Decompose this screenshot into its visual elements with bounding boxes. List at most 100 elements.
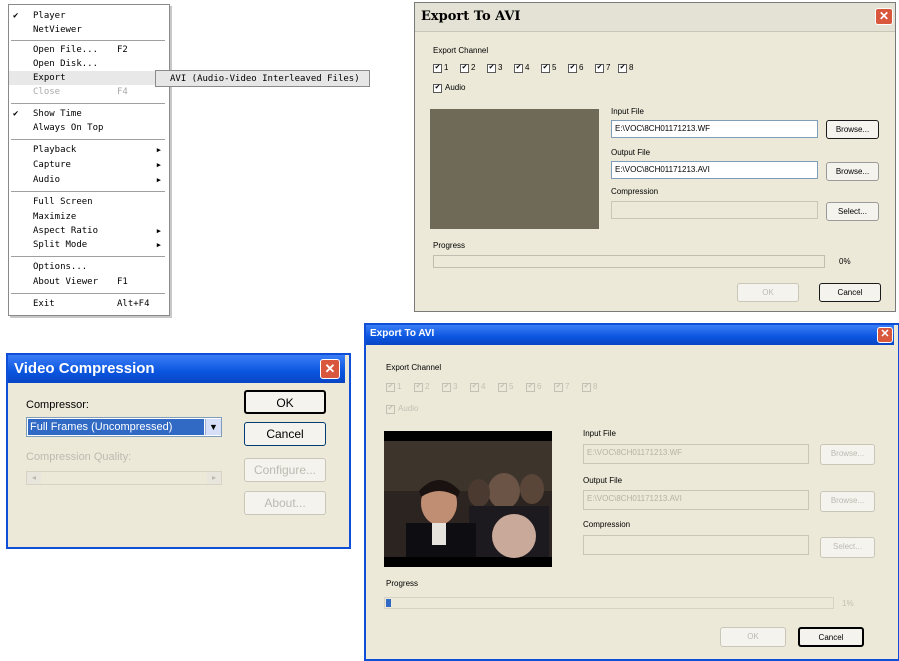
menu-item-label: About Viewer [33,277,99,287]
progress-label: Progress [386,579,419,588]
close-icon[interactable]: ✕ [877,327,893,343]
menu-item-label: Options... [33,262,88,272]
close-icon[interactable]: ✕ [320,359,340,379]
input-file-label: Input File [611,107,644,116]
channel-8-checkbox[interactable]: ✔ [618,64,627,73]
context-menu: ✔ Player NetViewer Open File... F2 Open … [8,4,170,316]
channel-8-label: 8 [593,382,598,391]
audio-checkbox: ✔ [386,405,395,414]
browse-output-button[interactable]: Browse... [826,162,879,181]
audio-label: Audio [398,404,419,413]
menu-separator [11,293,165,295]
channel-7-label: 7 [565,382,570,391]
right-arrow-icon[interactable]: ▸ [207,472,221,484]
video-preview [384,431,552,567]
menu-item-full-screen[interactable]: Full Screen [9,195,167,209]
close-icon[interactable]: ✕ [875,8,893,25]
video-frame-image [384,441,552,558]
channel-1-checkbox: ✔ [386,383,395,392]
menu-item-label: Always On Top [33,123,104,133]
menu-item-shortcut: F2 [117,45,128,55]
channel-5-label: 5 [509,382,514,391]
input-file-label: Input File [583,429,616,438]
menu-item-label: Open Disk... [33,59,99,69]
menu-item-split-mode[interactable]: Split Mode ▶ [9,238,167,252]
channel-3-checkbox[interactable]: ✔ [487,64,496,73]
menu-item-netviewer[interactable]: NetViewer [9,23,167,37]
compression-field [583,535,809,555]
channel-3-label: 3 [453,382,458,391]
menu-item-always-on-top[interactable]: Always On Top [9,121,167,135]
title-bar: Export To AVI ✕ [415,3,895,32]
menu-item-shortcut: Alt+F4 [117,299,150,309]
progress-bar [433,255,825,268]
menu-item-exit[interactable]: Exit Alt+F4 [9,297,167,311]
menu-item-about-viewer[interactable]: About Viewer F1 [9,275,167,289]
submenu-item-avi[interactable]: AVI (Audio-Video Interleaved Files) [155,70,370,87]
about-button[interactable]: About... [244,491,326,515]
ok-button[interactable]: OK [244,390,326,414]
select-compression-button[interactable]: Select... [826,202,879,221]
menu-item-player[interactable]: ✔ Player [9,9,167,23]
menu-item-aspect-ratio[interactable]: Aspect Ratio ▶ [9,224,167,238]
export-dialog-in-progress: Export To AVI ✕ Export Channel ✔ 1 ✔ 2 ✔… [364,323,899,661]
browse-output-button: Browse... [820,491,875,512]
menu-item-options[interactable]: Options... [9,260,167,274]
export-channel-label: Export Channel [433,46,489,55]
left-arrow-icon[interactable]: ◂ [27,472,41,484]
cancel-button[interactable]: Cancel [244,422,326,446]
channel-8-checkbox: ✔ [582,383,591,392]
channel-4-checkbox[interactable]: ✔ [514,64,523,73]
menu-item-open-disk[interactable]: Open Disk... [9,57,167,71]
output-file-label: Output File [611,148,651,157]
menu-item-close[interactable]: Close F4 [9,85,167,99]
menu-item-label: Playback [33,145,77,155]
menu-item-label: Close [33,87,61,97]
menu-item-show-time[interactable]: ✔ Show Time [9,107,167,121]
video-preview [430,109,599,229]
output-file-label: Output File [583,476,623,485]
quality-label: Compression Quality: [26,451,132,463]
channel-6-checkbox[interactable]: ✔ [568,64,577,73]
channel-4-label: 4 [481,382,486,391]
menu-item-shortcut: F4 [117,87,128,97]
menu-separator [11,256,165,258]
browse-input-button[interactable]: Browse... [826,120,879,139]
export-channel-label: Export Channel [386,363,442,372]
compression-field [611,201,818,219]
input-file-field[interactable]: E:\VOC\8CH01171213.WF [611,120,818,138]
menu-item-playback[interactable]: Playback ▶ [9,143,167,157]
quality-slider[interactable]: ◂ ▸ [26,471,222,485]
menu-item-label: Split Mode [33,240,88,250]
export-dialog: Export To AVI ✕ Export Channel ✔ 1 ✔ 2 ✔… [414,2,896,312]
submenu-arrow-icon: ▶ [156,146,161,154]
menu-item-audio[interactable]: Audio ▶ [9,173,167,187]
ok-button[interactable]: OK [737,283,799,302]
menu-item-open-file[interactable]: Open File... F2 [9,43,167,57]
submenu-arrow-icon: ▶ [156,176,161,184]
compressor-dropdown[interactable]: Full Frames (Uncompressed) ▼ [26,417,222,437]
menu-item-export[interactable]: Export ▶ [9,71,167,85]
cancel-button[interactable]: Cancel [819,283,881,302]
menu-item-capture[interactable]: Capture ▶ [9,158,167,172]
audio-checkbox[interactable]: ✔ [433,84,442,93]
output-file-field[interactable]: E:\VOC\8CH01171213.AVI [611,161,818,179]
channel-5-checkbox[interactable]: ✔ [541,64,550,73]
progress-percent: 0% [839,257,851,266]
menu-separator [11,103,165,105]
channel-2-checkbox[interactable]: ✔ [460,64,469,73]
menu-item-maximize[interactable]: Maximize [9,210,167,224]
menu-item-label: Capture [33,160,71,170]
channel-1-label: 1 [444,63,449,72]
chevron-down-icon[interactable]: ▼ [205,419,221,435]
cancel-button[interactable]: Cancel [798,627,864,647]
channel-7-checkbox[interactable]: ✔ [595,64,604,73]
progress-percent: 1% [842,599,854,608]
channel-8-label: 8 [629,63,634,72]
channel-1-checkbox[interactable]: ✔ [433,64,442,73]
channel-7-checkbox: ✔ [554,383,563,392]
configure-button[interactable]: Configure... [244,458,326,482]
dialog-title: Export To AVI [421,9,521,24]
title-bar: Export To AVI ✕ [366,325,894,345]
select-compression-button: Select... [820,537,875,558]
